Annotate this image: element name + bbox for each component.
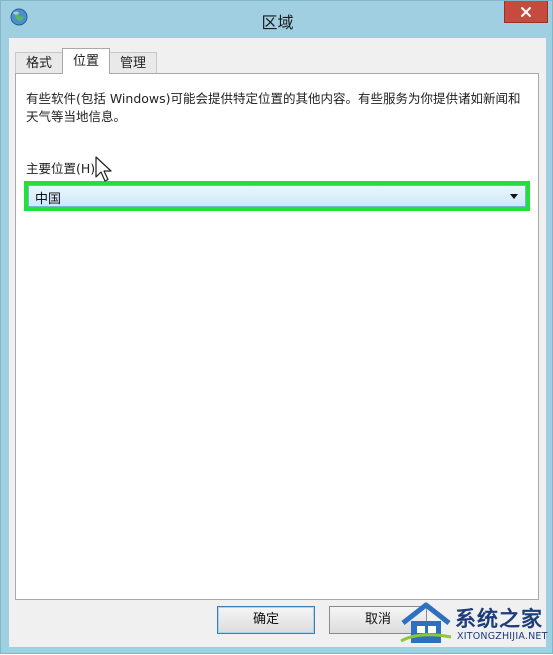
chevron-down-icon[interactable] [510, 194, 518, 199]
location-description: 有些软件(包括 Windows)可能会提供特定位置的其他内容。有些服务为你提供诸… [26, 91, 521, 124]
close-button[interactable] [504, 1, 548, 23]
home-location-label: 主要位置(H): [26, 161, 100, 176]
tab-formats[interactable]: 格式 [15, 52, 64, 74]
tab-location[interactable]: 位置 [62, 48, 111, 74]
highlight-frame: 中国 [24, 181, 530, 211]
window-title: 区域 [261, 13, 294, 32]
home-location-value: 中国 [35, 192, 62, 207]
dialog-client-area: 格式 位置 管理 有些软件(包括 Windows)可能会提供特定位置的其他内容。… [9, 38, 546, 647]
watermark-logo: 系统之家 XITONGZHIJIA.NET [397, 595, 553, 655]
tab-strip: 格式 位置 管理 [15, 48, 158, 74]
location-tab-panel: 有些软件(包括 Windows)可能会提供特定位置的其他内容。有些服务为你提供诸… [15, 73, 539, 600]
house-logo-icon [400, 602, 452, 643]
mouse-cursor-icon [95, 156, 112, 182]
close-icon [521, 6, 531, 17]
watermark-name: 系统之家 [455, 607, 543, 631]
ok-button[interactable]: 确定 [217, 606, 315, 634]
region-dialog: 区域 格式 位置 管理 有些软件(包括 Windows)可能会提供特定位置的其他… [0, 0, 553, 654]
watermark-url: XITONGZHIJIA.NET [457, 631, 548, 642]
tab-administrative[interactable]: 管理 [109, 52, 158, 74]
home-location-select[interactable]: 中国 [28, 185, 526, 207]
title-bar[interactable]: 区域 [1, 1, 553, 38]
